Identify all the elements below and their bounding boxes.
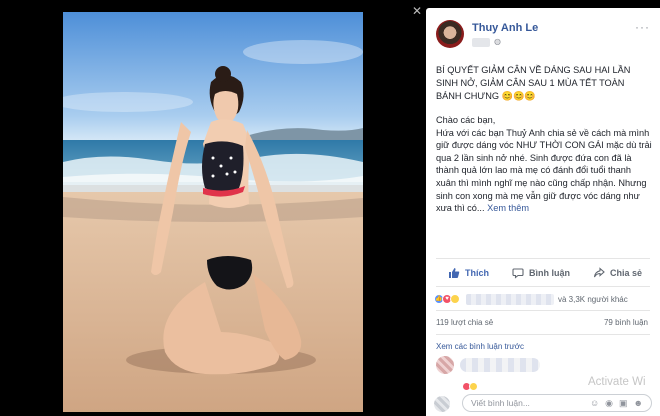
comment-item [436,356,650,378]
post-greeting: Chào các bạn, [436,115,496,125]
post-body-text: Hứa với các bạn Thuỷ Anh chia sẻ về cách… [436,127,652,214]
post-header: Thuy Anh Le ◍ ··· [436,18,650,58]
activate-windows-watermark: Activate Wi [588,376,646,388]
globe-icon: ◍ [494,37,501,46]
divider [436,310,650,311]
comment-reactions[interactable] [462,382,478,391]
emoji-icons: 😊😊😊 [501,91,536,101]
reaction-count: và 3,3K người khác [558,294,628,304]
share-button[interactable]: Chia sẻ [593,267,642,279]
emoji-icon[interactable]: ☺ [590,398,599,408]
comment-count[interactable]: 79 bình luận [604,318,648,327]
comment-text-blurred [460,358,540,372]
divider [436,258,650,259]
post-timestamp-blurred[interactable] [472,37,490,47]
sticker-icon[interactable]: ☻ [634,398,643,408]
beach-photo-illustration [63,12,363,412]
close-icon[interactable]: ✕ [410,4,424,18]
comment-label: Bình luận [528,268,570,278]
post-stats: 119 lượt chia sẻ 79 bình luận [436,318,648,327]
comment-input-tools: ☺ ◉ ▣ ☻ [590,398,643,408]
share-count[interactable]: 119 lượt chia sẻ [436,318,493,327]
post-meta: ◍ [472,36,501,48]
current-user-avatar [434,396,450,412]
photo-viewer: ✕ [0,0,426,416]
commenter-avatar-blurred[interactable] [436,356,454,374]
reactor-names-blurred [466,293,554,305]
comment-icon [512,268,524,279]
post-side-panel: Thuy Anh Le ◍ ··· BÍ QUYẾT GIẢM CÂN VỀ D… [426,8,660,416]
post-actions: Thích Bình luận Chia sẻ [436,260,650,286]
comment-input-placeholder: Viết bình luận... [471,398,530,408]
more-options-icon[interactable]: ··· [635,20,650,34]
divider [436,286,650,287]
comment-button[interactable]: Bình luận [512,267,570,279]
like-button[interactable]: Thích [448,267,489,279]
reaction-summary[interactable]: 👍 ♥ và 3,3K người khác [434,292,652,306]
author-avatar[interactable] [436,20,464,48]
gif-icon[interactable]: ▣ [619,398,628,408]
wow-reaction-icon [450,294,460,304]
see-more-link[interactable]: Xem thêm [487,203,529,213]
author-name[interactable]: Thuy Anh Le [472,22,538,34]
like-icon [449,268,460,278]
share-label: Chia sẻ [609,268,642,278]
divider [436,334,650,335]
post-body: Chào các bạn, Hứa với các bạn Thuỷ Anh c… [436,114,652,215]
haha-reaction-icon [469,382,478,391]
post-title: BÍ QUYẾT GIẢM CÂN VỀ DÁNG SAU HAI LẦN SI… [436,64,652,103]
like-label: Thích [465,268,489,278]
view-previous-comments-link[interactable]: Xem các bình luận trước [436,342,524,351]
post-photo[interactable] [63,12,363,412]
camera-icon[interactable]: ◉ [605,398,613,408]
comment-input[interactable]: Viết bình luận... ☺ ◉ ▣ ☻ [462,394,652,412]
share-icon [593,267,605,278]
